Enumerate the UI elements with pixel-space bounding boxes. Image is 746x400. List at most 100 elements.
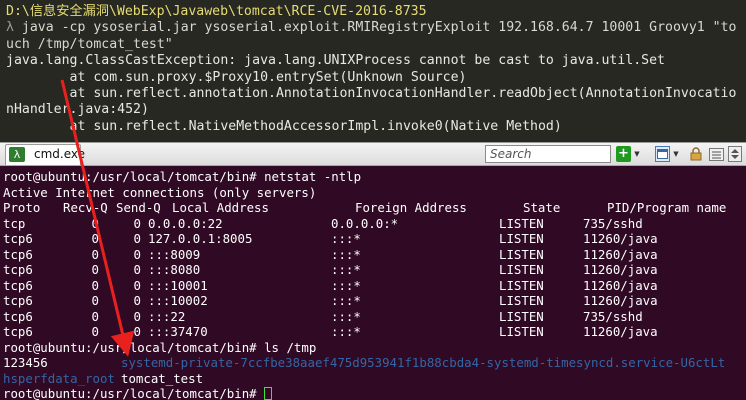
command-line: λ java -cp ysoserial.jar ysoserial.explo…	[6, 20, 746, 36]
netstat-cell: 11260/java	[583, 324, 658, 339]
netstat-cell: :::37470	[148, 324, 208, 339]
netstat-cell: :::*	[331, 231, 361, 246]
stack-line: at sun.reflect.NativeMethodAccessorImpl.…	[6, 118, 562, 134]
netstat-cell: tcp6	[3, 324, 33, 339]
netstat-cell: 0	[133, 308, 141, 324]
netstat-cell: 0	[91, 293, 99, 308]
ls-line: hsperfdata_root tomcat_test	[3, 371, 746, 387]
split-layout-button[interactable]	[655, 146, 670, 162]
chevron-down-icon[interactable]: ▼	[672, 146, 680, 162]
prompt-current: root@ubuntu:/usr/local/tomcat/bin#	[3, 386, 746, 400]
netstat-cell: LISTEN	[499, 308, 544, 324]
netstat-header: Proto Recv-Q Send-Q Local Address Foreign Ad…	[3, 200, 746, 216]
search-input[interactable]	[485, 145, 611, 163]
stack-line: nHandler.java:452)	[6, 102, 149, 118]
prompt-text: root@ubuntu:/usr/local/tomcat/bin#	[3, 386, 265, 400]
netstat-cell: 0.0.0.0:22	[148, 215, 223, 231]
current-path: D:\信息安全漏洞\WebExp\Javaweb\tomcat\RCE-CVE-…	[6, 4, 427, 19]
netstat-cell: 0	[133, 293, 141, 308]
netstat-cell: :::10002	[148, 293, 208, 308]
lambda-icon: λ	[9, 147, 25, 162]
netstat-cell: LISTEN	[499, 215, 544, 231]
netstat-cell: :::*	[331, 293, 361, 308]
netstat-cell: :::*	[331, 308, 361, 324]
netstat-title: Active Internet connections (only server…	[3, 184, 317, 200]
menu-icon	[708, 147, 724, 161]
netstat-cell: 0	[133, 231, 141, 246]
new-console-button[interactable]: +	[616, 146, 631, 162]
ls-line: 123456 systemd-private-7ccfbe38aaef475d95…	[3, 355, 746, 371]
netstat-cell: 735/sshd	[583, 215, 643, 231]
netstat-cell: :::*	[331, 324, 361, 339]
prompt-ls: root@ubuntu:/usr/local/tomcat/bin# ls /t…	[3, 339, 317, 355]
stack-line: at com.sun.proxy.$Proxy10.entrySet(Unkno…	[6, 69, 467, 85]
netstat-row: tcp6 0 0:::22:::* LISTEN 735/sshd	[3, 309, 746, 325]
settings-menu-button[interactable]	[708, 146, 724, 162]
tab-label: cmd.exe	[34, 147, 86, 161]
netstat-cell: 0	[91, 215, 99, 231]
column-header: PID/Program name	[607, 200, 727, 215]
column-header: Send-Q	[116, 200, 161, 215]
chevron-down-icon[interactable]: ▼	[633, 146, 641, 162]
netstat-cell: tcp6	[3, 308, 33, 324]
file-tomcat-test: tomcat_test	[121, 370, 204, 386]
netstat-cell: LISTEN	[499, 231, 544, 246]
netstat-row: tcp6 0 0:::10002:::* LISTEN 11260/java	[3, 293, 746, 309]
netstat-cell: tcp6	[3, 231, 33, 246]
command-text: java -cp ysoserial.jar ysoserial.exploit…	[21, 20, 737, 36]
netstat-row: tcp6 0 0:::10001:::* LISTEN 11260/java	[3, 278, 746, 294]
netstat-cell: 0	[133, 215, 141, 231]
netstat-cell: tcp	[3, 215, 26, 231]
netstat-cell: tcp6	[3, 262, 33, 277]
lambda-prompt: λ	[6, 20, 14, 36]
tab-cmd-exe[interactable]: λ cmd.exe	[5, 144, 85, 165]
netstat-cell: tcp6	[3, 293, 33, 308]
netstat-cell: LISTEN	[499, 324, 544, 339]
lock-button[interactable]	[688, 146, 703, 162]
file-123456: 123456	[3, 355, 48, 370]
prompt-netstat: root@ubuntu:/usr/local/tomcat/bin# netst…	[3, 169, 362, 184]
terminal-cursor	[264, 387, 273, 400]
window-layout-icon	[657, 149, 668, 159]
hsperfdata-dir: hsperfdata_root	[3, 370, 115, 386]
netstat-row: tcp 0 0 0.0.0.0:22 0.0.0.0:* LISTEN 735/sshd	[3, 216, 746, 232]
cmder-console[interactable]: D:\信息安全漏洞\WebExp\Javaweb\tomcat\RCE-CVE-…	[0, 0, 746, 142]
column-header: Local Address	[172, 200, 269, 215]
exception-line: java.lang.ClassCastException: java.lang.…	[6, 53, 665, 69]
netstat-cell: 0	[91, 277, 99, 293]
systemd-dir: systemd-private-7ccfbe38aaef475d953941f1…	[121, 355, 726, 370]
netstat-cell: LISTEN	[499, 246, 544, 262]
netstat-cell: 0	[91, 231, 99, 246]
netstat-cell: LISTEN	[499, 293, 544, 308]
netstat-cell: 0	[91, 262, 99, 277]
netstat-cell: :::8009	[148, 246, 201, 262]
netstat-row: tcp6 0 0 127.0.0.1:8005:::* LISTEN 11260/java	[3, 231, 746, 247]
netstat-cell: LISTEN	[499, 262, 544, 277]
netstat-cell: 0	[133, 324, 141, 339]
netstat-cell: 11260/java	[583, 231, 658, 246]
netstat-cell: LISTEN	[499, 277, 544, 293]
column-header: Foreign Address	[355, 200, 467, 215]
column-header: Recv-Q	[63, 200, 108, 215]
netstat-cell: 735/sshd	[583, 308, 643, 324]
netstat-row: tcp6 0 0:::8080:::* LISTEN 11260/java	[3, 262, 746, 278]
lock-icon	[690, 147, 701, 161]
command-line-wrap: uch /tmp/tomcat_test"	[6, 36, 173, 52]
netstat-row: tcp6 0 0:::37470:::* LISTEN 11260/java	[3, 324, 746, 340]
column-header: Proto	[3, 200, 41, 215]
scroll-lock-button[interactable]	[728, 146, 742, 162]
netstat-cell: 0	[133, 246, 141, 262]
netstat-cell: 0	[91, 324, 99, 339]
netstat-cell: tcp6	[3, 246, 33, 262]
stack-line: at sun.reflect.annotation.AnnotationInvo…	[6, 86, 737, 102]
netstat-rows: tcp 0 0 0.0.0.0:22 0.0.0.0:* LISTEN 735/sshd tc…	[3, 216, 746, 340]
netstat-cell: 0	[133, 262, 141, 277]
netstat-cell: :::8080	[148, 262, 201, 277]
netstat-cell: 0	[91, 246, 99, 262]
netstat-cell: 11260/java	[583, 262, 658, 277]
netstat-cell: tcp6	[3, 277, 33, 293]
scroll-icon	[731, 149, 739, 159]
netstat-cell: :::10001	[148, 277, 208, 293]
netstat-row: tcp6 0 0:::8009:::* LISTEN 11260/java	[3, 247, 746, 263]
ubuntu-terminal[interactable]: root@ubuntu:/usr/local/tomcat/bin# netst…	[0, 166, 746, 400]
